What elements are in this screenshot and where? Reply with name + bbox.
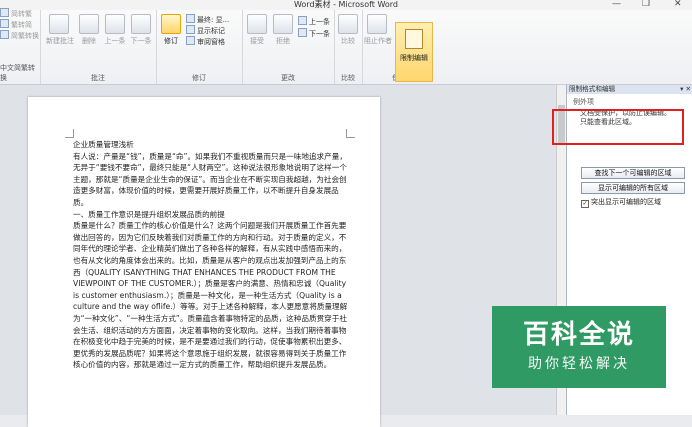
restrict-editing-button[interactable]: 限制编辑 bbox=[395, 22, 433, 82]
track-changes-icon bbox=[161, 14, 181, 34]
restore-icon[interactable]: ❐ bbox=[642, 0, 650, 9]
doc-paragraph: 质量是什么？质量工作的核心价值是什么？这两个问题是我们开展质量工作首先要做出回答… bbox=[73, 221, 348, 370]
watermark-subtitle: 助你轻松解决 bbox=[528, 356, 630, 372]
reviewing-pane-icon bbox=[186, 36, 195, 45]
annotation-highlight-box bbox=[552, 109, 684, 145]
group-label: 更改 bbox=[281, 74, 295, 82]
reviewing-pane-dropdown[interactable]: 审阅窗格 bbox=[186, 36, 225, 47]
document-page[interactable]: 企业质量管理浅析 有人说：产量是“钱”，质量是“命”。如果我们不重视质量而只是一… bbox=[28, 97, 380, 427]
review-display-icon bbox=[186, 14, 195, 23]
block-authors-button[interactable]: 阻止作者 bbox=[364, 14, 392, 46]
minimize-icon[interactable]: — bbox=[612, 0, 621, 9]
highlight-editable-checkbox[interactable]: ✓ 突出显示可编辑的区域 bbox=[581, 197, 661, 208]
convert-icon bbox=[0, 30, 9, 39]
track-changes-button[interactable]: 修订 bbox=[158, 14, 184, 46]
group-label: 修订 bbox=[192, 74, 206, 82]
reject-button[interactable]: 拒绝 bbox=[270, 14, 296, 46]
accept-button[interactable]: 接受 bbox=[244, 14, 270, 46]
show-markup-dropdown[interactable]: 显示标记 bbox=[186, 25, 225, 36]
exceptions-label: 例外项 bbox=[573, 98, 594, 106]
delete-comment-icon bbox=[79, 14, 99, 34]
group-chinese-conversion: 简转繁 繁转简 简繁转换 中文简繁转换 bbox=[0, 8, 41, 84]
prev-change-icon bbox=[298, 16, 307, 25]
doc-paragraph: 有人说：产量是“钱”，质量是“命”。如果我们不重视质量而只是一味地追求产量，无异… bbox=[73, 151, 347, 207]
close-icon[interactable]: ✕ bbox=[674, 0, 682, 9]
prev-comment-icon bbox=[105, 14, 125, 34]
group-comments: 新建批注 删除 上一条 下一条 批注 bbox=[40, 10, 157, 84]
group-changes: 接受 拒绝 上一条 下一条 更改 bbox=[242, 10, 335, 84]
group-label: 中文简繁转换 bbox=[0, 64, 35, 82]
next-comment-icon bbox=[131, 14, 151, 34]
next-change-icon bbox=[298, 28, 307, 37]
display-for-review-dropdown[interactable]: 最终: 显... bbox=[186, 14, 229, 25]
simplified-traditional-button[interactable]: 简繁转换 bbox=[0, 30, 39, 41]
checkbox-check-icon[interactable]: ✓ bbox=[581, 200, 589, 208]
new-comment-icon bbox=[49, 14, 69, 34]
block-authors-icon bbox=[367, 14, 387, 34]
title-bar: Word素材 - Microsoft Word — ❐ ✕ bbox=[0, 0, 692, 10]
show-all-editable-button[interactable]: 显示可编辑的所有区域 bbox=[581, 182, 685, 194]
group-compare: 比较 比较 bbox=[334, 10, 363, 84]
new-comment-button[interactable]: 新建批注 bbox=[46, 14, 74, 46]
accept-icon bbox=[247, 14, 267, 34]
restrict-editing-icon bbox=[405, 29, 423, 49]
find-next-editable-button[interactable]: 查找下一个可编辑的区域 bbox=[581, 167, 685, 179]
document-body[interactable]: 企业质量管理浅析 有人说：产量是“钱”，质量是“命”。如果我们不重视质量而只是一… bbox=[73, 139, 349, 371]
doc-heading: 一、质量工作意识是提升组织发展品质的前提 bbox=[73, 209, 225, 219]
pane-title: 限制格式和编辑 bbox=[569, 85, 616, 93]
ribbon-review-tab: 简转繁 繁转简 简繁转换 中文简繁转换 新建批注 删除 上一条 下一条 批注 修… bbox=[0, 8, 692, 85]
group-label: 批注 bbox=[91, 74, 105, 82]
group-label: 比较 bbox=[341, 74, 355, 82]
prev-change-button[interactable]: 上一条 bbox=[298, 16, 330, 27]
watermark-logo: 百科全说 助你轻松解决 bbox=[492, 306, 666, 388]
pane-close-icon[interactable]: ▾ ✕ bbox=[680, 85, 691, 94]
window-title: Word素材 - Microsoft Word bbox=[293, 0, 399, 9]
compare-icon bbox=[338, 14, 358, 34]
next-change-button[interactable]: 下一条 bbox=[298, 28, 330, 39]
reject-icon bbox=[273, 14, 293, 34]
margin-corner-mark bbox=[346, 129, 355, 138]
to-simplified-button[interactable]: 繁转简 bbox=[0, 19, 32, 30]
to-traditional-button[interactable]: 简转繁 bbox=[0, 8, 32, 19]
show-markup-icon bbox=[186, 25, 195, 34]
convert-icon bbox=[0, 8, 9, 17]
margin-corner-mark bbox=[65, 129, 74, 138]
next-comment-button[interactable]: 下一条 bbox=[128, 14, 154, 46]
group-tracking: 修订 最终: 显... 显示标记 审阅窗格 修订 bbox=[156, 10, 243, 84]
delete-comment-button[interactable]: 删除 bbox=[76, 14, 102, 46]
doc-title: 企业质量管理浅析 bbox=[73, 140, 134, 149]
watermark-title: 百科全说 bbox=[522, 320, 635, 350]
convert-icon bbox=[0, 19, 9, 28]
prev-comment-button[interactable]: 上一条 bbox=[102, 14, 128, 46]
compare-button[interactable]: 比较 bbox=[335, 14, 361, 46]
document-area: 企业质量管理浅析 有人说：产量是“钱”，质量是“命”。如果我们不重视质量而只是一… bbox=[0, 85, 556, 427]
pane-header: 限制格式和编辑 ▾ ✕ bbox=[567, 85, 692, 94]
